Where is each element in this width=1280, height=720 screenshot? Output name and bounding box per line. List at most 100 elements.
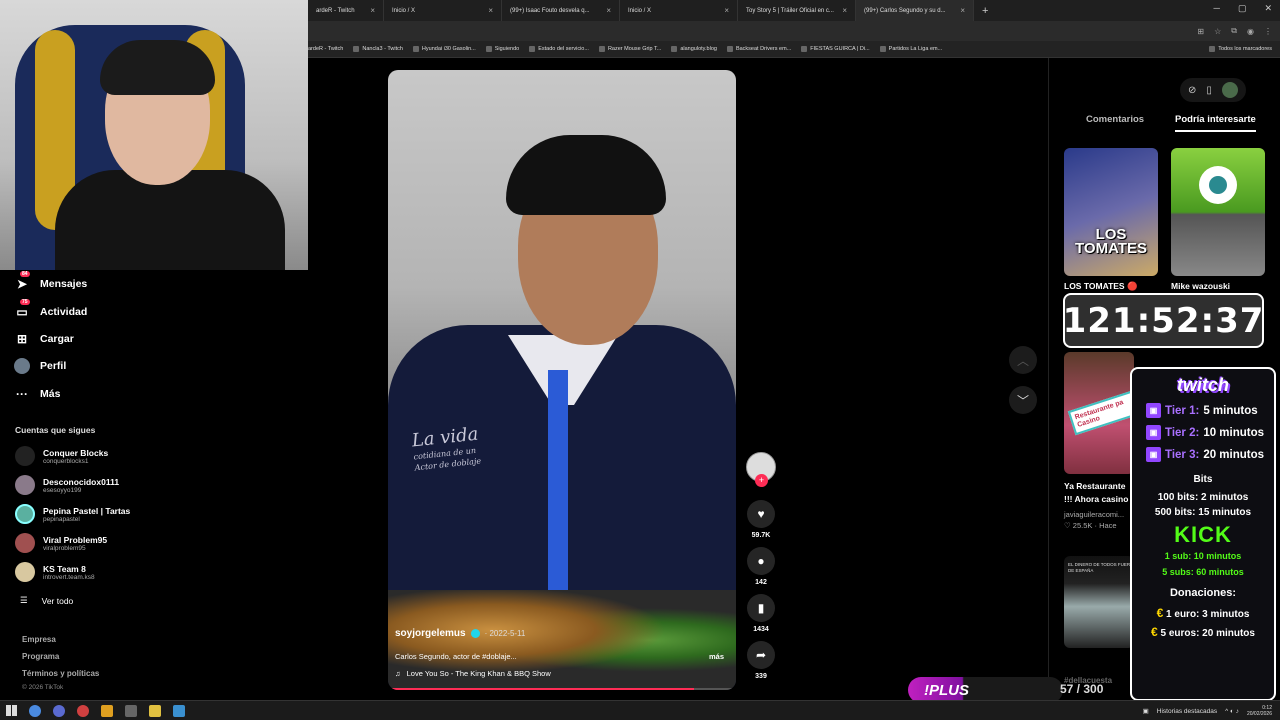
all-bookmarks[interactable]: Todos los marcadores <box>1209 46 1280 52</box>
bookmark[interactable]: Siguiendo <box>485 46 519 52</box>
profile-icon[interactable]: ◉ <box>1247 27 1254 36</box>
recommended-video-likes: ♡ 25.5K · Hace <box>1064 521 1117 530</box>
kick-line: 1 sub: 10 minutos <box>1164 551 1242 561</box>
bookmark-label: Nancla3 - Twitch <box>362 46 403 52</box>
recommended-video-author[interactable]: javiaguileracomi... <box>1064 510 1124 519</box>
close-icon[interactable]: × <box>606 6 611 15</box>
caption-more-button[interactable]: más <box>709 652 724 661</box>
bookmark[interactable]: Estado del servicio... <box>529 46 589 52</box>
close-icon[interactable]: × <box>370 6 375 15</box>
tab-comments[interactable]: Comentarios <box>1086 114 1144 125</box>
footer-link-program[interactable]: Programa <box>22 652 59 661</box>
avatar <box>15 446 35 466</box>
bookmark[interactable]: Hyundai i30 Gasolin... <box>412 46 476 52</box>
donation-text: 1 euro: 3 minutos <box>1166 609 1250 620</box>
browser-tab[interactable]: (99+) Isaac Fouto desvela q... × <box>502 0 620 21</box>
recommended-video-thumbnail[interactable]: LOS TOMATES <box>1064 148 1158 276</box>
following-item[interactable]: KS Team 8 introvert.team.ks8 <box>15 562 95 582</box>
video-player[interactable]: La vida cotidiana de un Actor de doblaje… <box>388 70 736 690</box>
close-icon[interactable]: × <box>842 6 847 15</box>
see-all-button[interactable]: ☰ Ver todo <box>20 595 73 606</box>
windows-start-icon[interactable] <box>6 705 17 716</box>
sidebar-item-messages[interactable]: ➤ 84 Mensajes <box>14 271 87 292</box>
more-icon: ··· <box>16 387 28 401</box>
chrome-icon[interactable] <box>29 704 41 717</box>
maximize-icon[interactable]: ▢ <box>1238 3 1247 14</box>
windows-taskbar: ▣ Historias destacadas ^ ◐ ♪ 0:12 20/02/… <box>0 700 1280 720</box>
recommended-video-title[interactable]: Mike wazouski <box>1171 281 1230 291</box>
bookmark[interactable]: ardeR - Twitch <box>308 46 343 52</box>
obs-icon[interactable] <box>77 704 89 717</box>
bookmark[interactable]: Partidos La Liga em... <box>879 46 942 52</box>
mike-eye <box>1199 166 1237 204</box>
bookmark[interactable]: Backseat Drivers em... <box>726 46 791 52</box>
recommended-video-thumbnail[interactable] <box>1171 148 1265 276</box>
streamer-body <box>55 170 285 270</box>
video-author[interactable]: soyjorgelemus · 2022-5-11 <box>395 628 525 639</box>
tray-icons[interactable]: ^ ◐ ♪ <box>1225 708 1239 715</box>
close-window-icon[interactable]: ✕ <box>1264 3 1272 14</box>
app-icon[interactable] <box>173 704 185 717</box>
browser-tab[interactable]: Inicio / X × <box>384 0 502 21</box>
recommended-video-thumbnail[interactable]: EL DINERO DE TODOS FUERA DE ESPAÑA <box>1064 556 1134 648</box>
app-icon[interactable] <box>101 704 113 717</box>
compass-icon[interactable]: ⊘ <box>1188 85 1196 96</box>
page-icon <box>529 46 536 52</box>
video-music[interactable]: ♫ Love You So - The King Khan & BBQ Show <box>395 669 551 678</box>
footer-link-terms[interactable]: Términos y políticas <box>22 669 99 678</box>
close-icon[interactable]: × <box>724 6 729 15</box>
messages-badge: 84 <box>20 271 30 277</box>
bookmark[interactable]: Razer Mouse Grip T... <box>598 46 661 52</box>
save-button[interactable]: ▮ 1434 <box>744 594 778 633</box>
share-button[interactable]: ➦ 339 <box>744 641 778 680</box>
menu-icon[interactable]: ⋮ <box>1264 27 1272 36</box>
browser-tab-active[interactable]: (99+) Carlos Segundo y su d... × <box>856 0 974 21</box>
phone-icon[interactable]: ▯ <box>1206 85 1212 96</box>
extensions-icon[interactable]: ⧉ <box>1231 26 1237 36</box>
close-icon[interactable]: × <box>960 6 965 15</box>
sidebar-item-upload[interactable]: ⊞ Cargar <box>14 331 74 347</box>
bookmark-star-icon[interactable]: ☆ <box>1214 27 1221 36</box>
video-progress-bar[interactable] <box>388 688 736 690</box>
music-title: Love You So - The King Khan & BBQ Show <box>406 669 551 678</box>
follow-plus-icon[interactable]: + <box>755 474 768 487</box>
bookmark[interactable]: alanguloty.blog <box>671 46 717 52</box>
following-item[interactable]: Pepina Pastel | Tartas pepinapastel <box>15 504 130 524</box>
sidebar-item-activity[interactable]: ▭ 75 Actividad <box>14 299 87 320</box>
avatar[interactable] <box>1221 82 1238 98</box>
highlights-label[interactable]: Historias destacadas <box>1157 708 1217 715</box>
new-tab-button[interactable]: + <box>974 5 996 17</box>
clock[interactable]: 0:12 20/02/2026 <box>1247 705 1272 717</box>
sidebar-item-profile[interactable]: Perfil <box>14 358 66 374</box>
bookmark[interactable]: Nancla3 - Twitch <box>353 46 403 52</box>
avatar <box>15 504 35 524</box>
comment-button[interactable]: ● 142 <box>744 547 778 586</box>
next-video-button[interactable]: ﹀ <box>1009 386 1037 414</box>
minimize-icon[interactable]: ─ <box>1214 3 1220 14</box>
previous-video-button[interactable]: ︿ <box>1009 346 1037 374</box>
browser-tab[interactable]: Inicio / X × <box>620 0 738 21</box>
footer-link-company[interactable]: Empresa <box>22 635 56 644</box>
following-item[interactable]: Conquer Blocks conquerblocks1 <box>15 446 108 466</box>
translate-icon[interactable]: ⊞ <box>1197 27 1204 36</box>
kick-logo: KICK <box>1174 522 1232 547</box>
recommended-video-title[interactable]: LOS TOMATES 🔴 <box>1064 281 1138 292</box>
sidebar-item-more[interactable]: ··· Más <box>14 386 60 402</box>
discord-icon[interactable] <box>53 704 65 717</box>
video-date: · 2022-5-11 <box>484 629 526 638</box>
close-icon[interactable]: × <box>488 6 493 15</box>
bookmark-label: alanguloty.blog <box>680 46 717 52</box>
recommended-video-title[interactable]: Ya Restaurante !!! Ahora casino <box>1064 480 1128 506</box>
like-button[interactable]: ♥ 59.7K <box>744 500 778 539</box>
following-item[interactable]: Viral Problem95 viralproblem95 <box>15 533 107 553</box>
recommended-video-thumbnail[interactable]: Restaurante pa Casino <box>1064 352 1134 474</box>
bookmark[interactable]: FIESTAS GUIRCA | Di... <box>801 46 870 52</box>
following-item[interactable]: Desconocidox0111 esesoyyo199 <box>15 475 119 495</box>
browser-tab[interactable]: ardeR - Twitch × <box>308 0 384 21</box>
browser-tab[interactable]: Toy Story 5 | Tráiler Oficial en c... × <box>738 0 856 21</box>
creator-avatar[interactable]: + <box>746 452 776 487</box>
folder-icon <box>1209 46 1216 52</box>
app-icon[interactable] <box>125 704 137 717</box>
file-explorer-icon[interactable] <box>149 704 161 717</box>
tab-recommended[interactable]: Podría interesarte <box>1175 114 1256 132</box>
